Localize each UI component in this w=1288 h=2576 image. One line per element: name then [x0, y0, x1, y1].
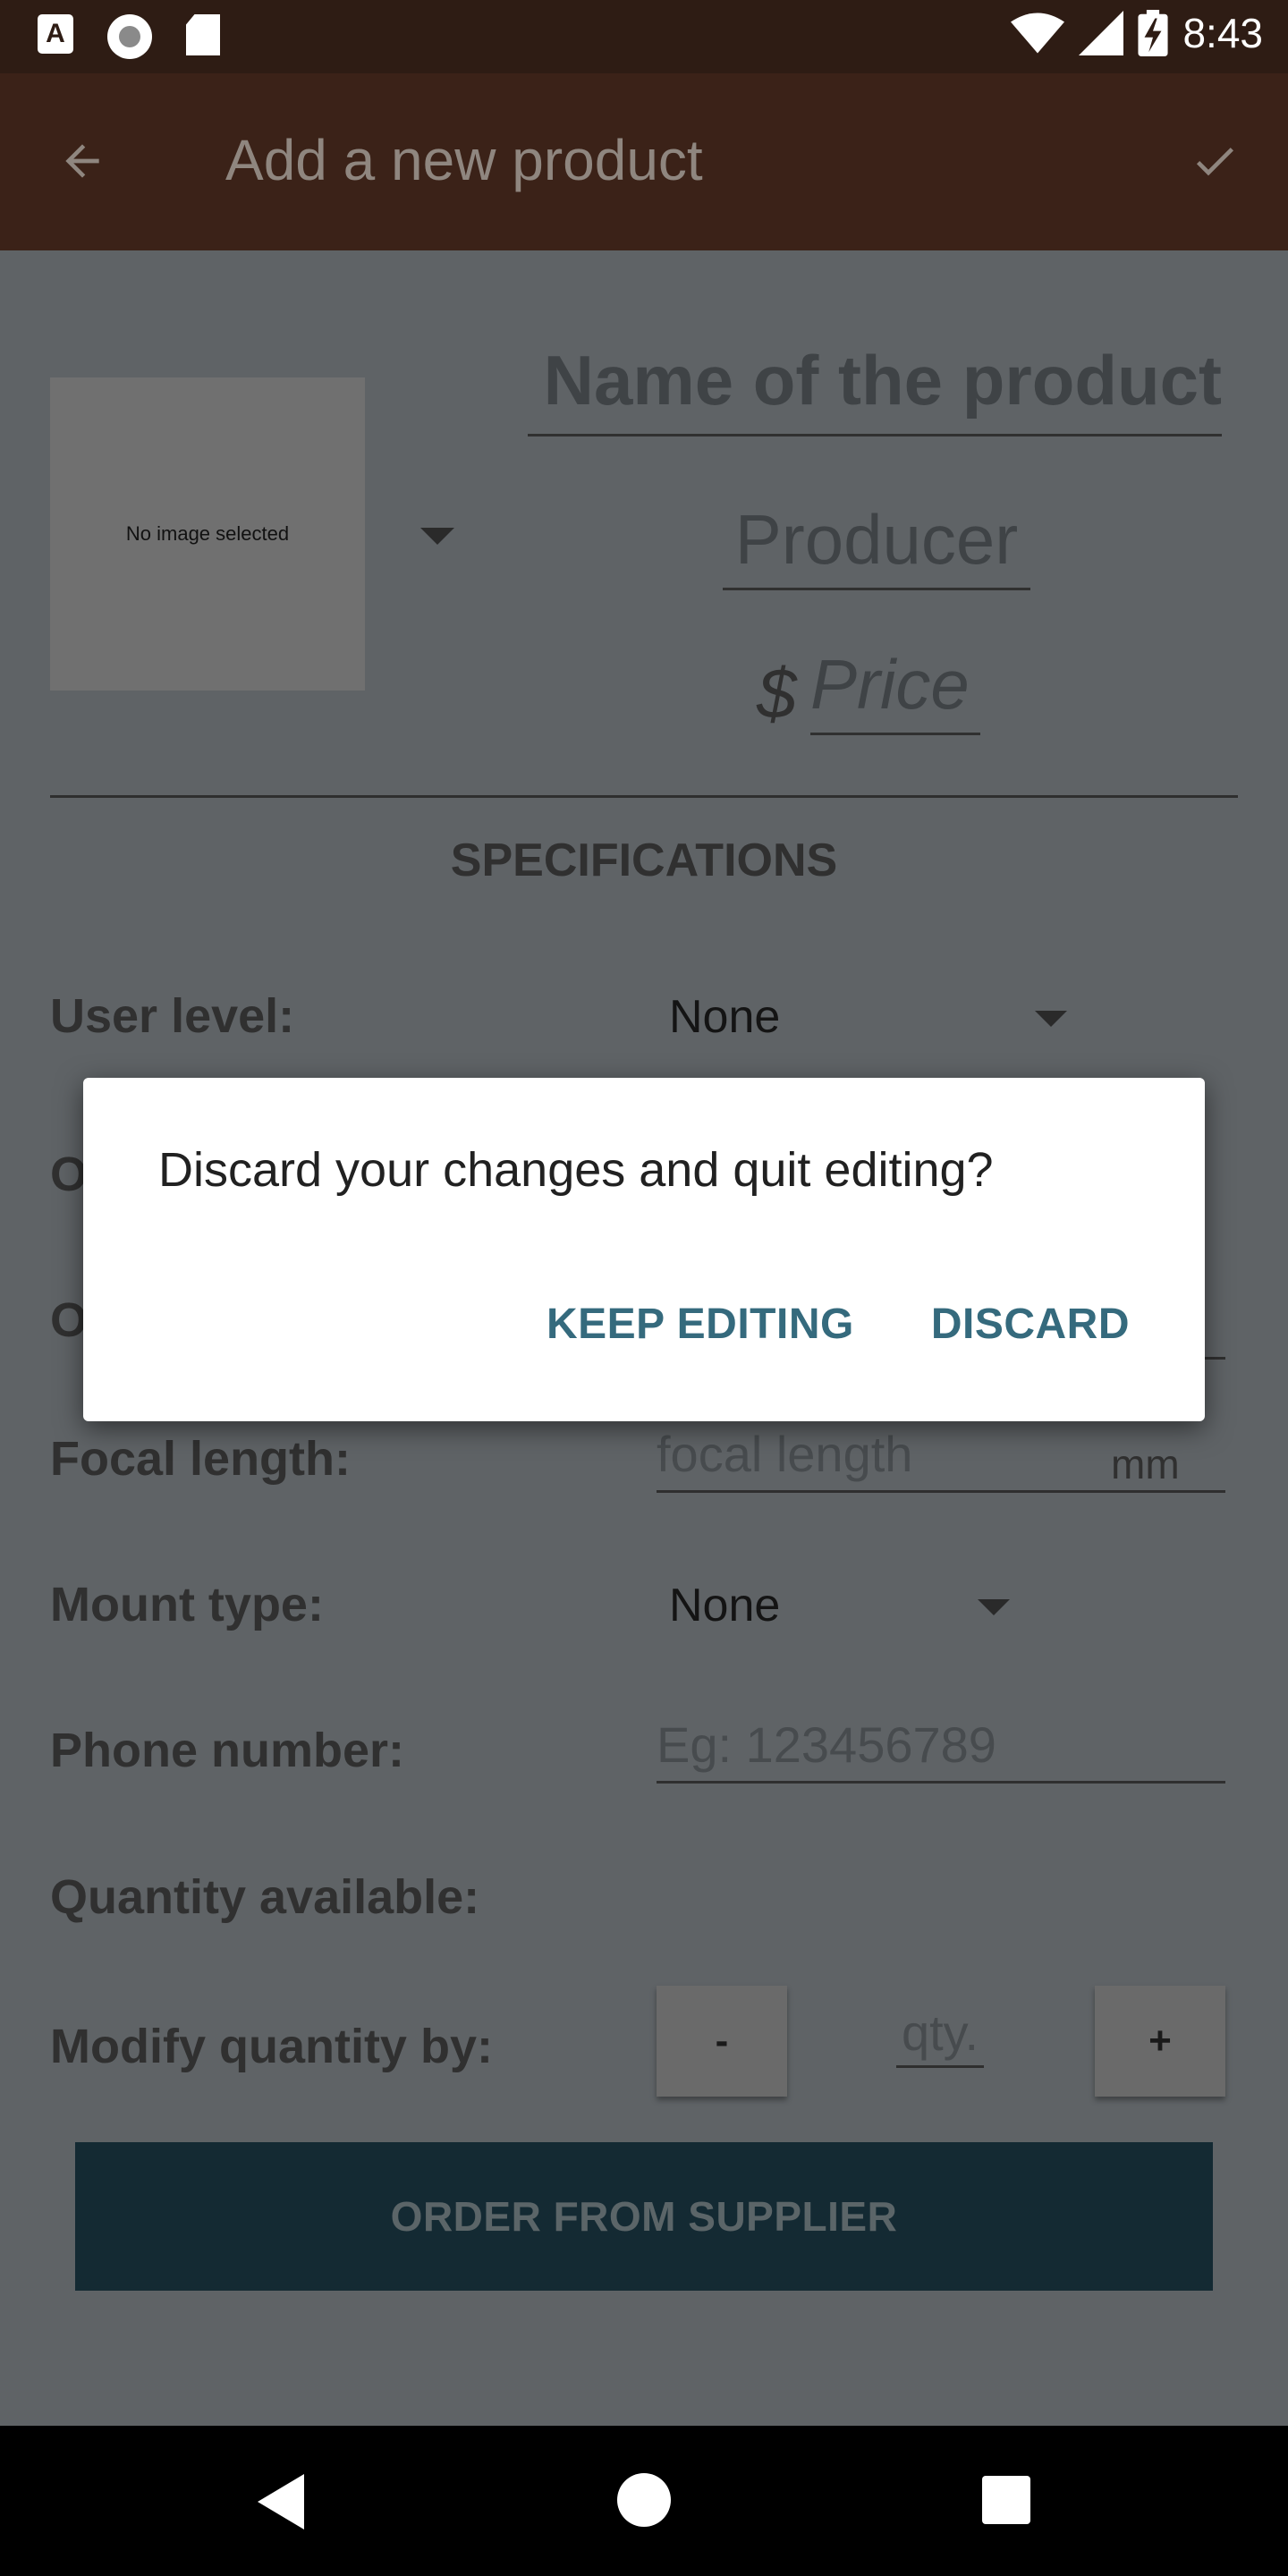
specifications-heading: SPECIFICATIONS [450, 835, 838, 886]
hidden-row-label-1: O [50, 1148, 89, 1201]
mount-type-spinner[interactable]: None [669, 1579, 780, 1632]
keep-editing-button[interactable]: KEEP EDITING [547, 1300, 854, 1349]
image-picker-dropdown-icon[interactable] [420, 528, 454, 545]
no-image-label: No image selected [125, 522, 290, 545]
modify-quantity-label: Modify quantity by: [50, 2020, 493, 2073]
producer-input[interactable]: Producer [723, 499, 1030, 590]
keyboard-a-icon: A [38, 14, 73, 54]
order-from-supplier-button[interactable]: ORDER FROM SUPPLIER [75, 2142, 1213, 2291]
divider [50, 795, 1238, 798]
nav-back-icon[interactable] [258, 2474, 304, 2529]
sd-card-icon [186, 14, 220, 55]
back-arrow-icon[interactable] [55, 136, 109, 186]
nav-home-icon[interactable] [617, 2473, 671, 2527]
system-nav-bar [0, 2426, 1288, 2576]
user-level-label: User level: [50, 989, 295, 1043]
user-level-dropdown-icon[interactable] [1035, 1011, 1067, 1027]
user-level-spinner[interactable]: None [669, 990, 780, 1044]
discard-button[interactable]: DISCARD [931, 1300, 1130, 1349]
mount-type-dropdown-icon[interactable] [978, 1599, 1010, 1615]
focal-length-unit: mm [1111, 1441, 1180, 1487]
app-bar: Add a new product [0, 73, 1288, 250]
signal-icon [1079, 11, 1124, 55]
quantity-available-label: Quantity available: [50, 1870, 480, 1924]
increase-quantity-button[interactable]: + [1095, 1986, 1225, 2097]
save-check-icon[interactable] [1186, 136, 1243, 186]
clock: 8:43 [1182, 10, 1263, 56]
focal-length-label: Focal length: [50, 1432, 351, 1486]
battery-charging-icon [1138, 10, 1169, 56]
decrease-quantity-button[interactable]: - [657, 1986, 787, 2097]
product-image-placeholder[interactable]: No image selected [50, 377, 365, 691]
hidden-row-label-2: O [50, 1293, 89, 1347]
record-icon [107, 14, 152, 59]
currency-symbol: $ [757, 654, 797, 733]
nav-recents-icon[interactable] [982, 2476, 1030, 2524]
product-name-input[interactable]: Name of the product [528, 340, 1222, 436]
phone-number-label: Phone number: [50, 1724, 405, 1777]
discard-dialog: Discard your changes and quit editing? K… [83, 1078, 1205, 1421]
dialog-message: Discard your changes and quit editing? [158, 1143, 994, 1197]
mount-type-label: Mount type: [50, 1578, 324, 1631]
price-input[interactable]: Price [810, 644, 980, 735]
status-bar: A 8:43 [0, 0, 1288, 73]
phone-number-input[interactable]: Eg: 123456789 [657, 1716, 1225, 1784]
wifi-icon [1011, 13, 1065, 54]
page-title: Add a new product [225, 128, 703, 192]
quantity-input[interactable]: qty. [896, 2004, 984, 2068]
